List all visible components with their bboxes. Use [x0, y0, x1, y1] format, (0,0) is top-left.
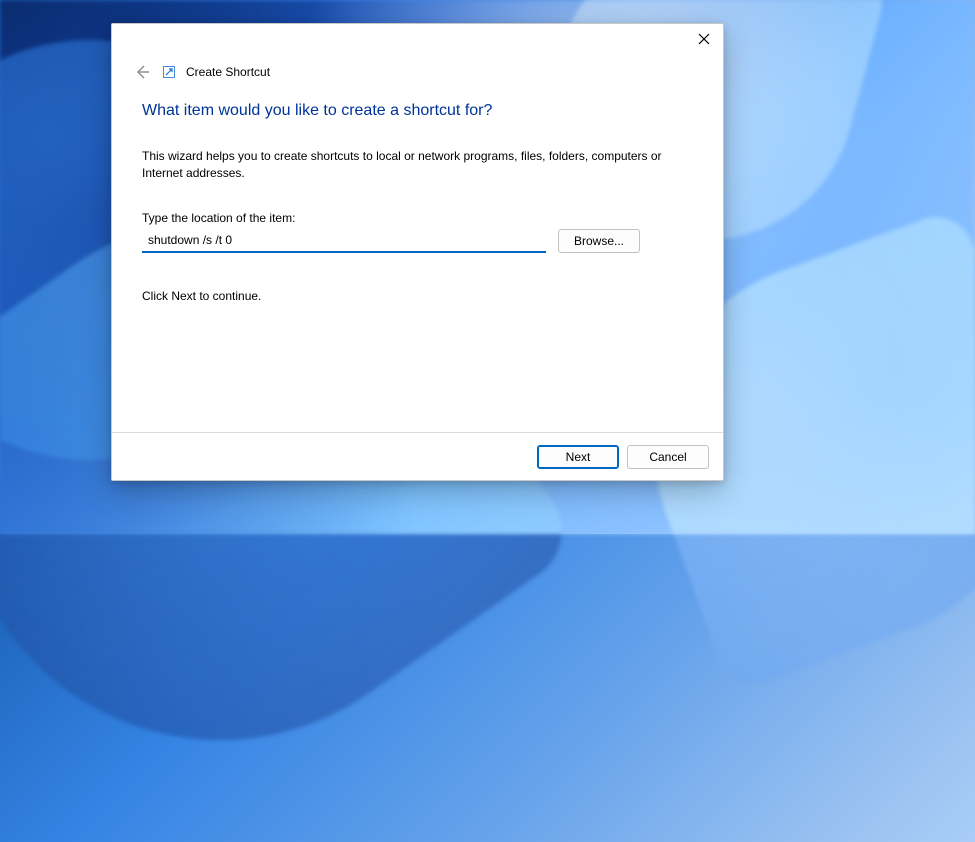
back-arrow-icon [134, 64, 150, 80]
create-shortcut-dialog: Create Shortcut What item would you like… [111, 23, 724, 481]
back-button[interactable] [132, 62, 152, 82]
close-button[interactable] [697, 32, 711, 46]
wizard-header: Create Shortcut [112, 58, 723, 90]
page-description: This wizard helps you to create shortcut… [142, 148, 662, 183]
wizard-content: What item would you like to create a sho… [112, 90, 723, 432]
shortcut-icon [162, 65, 176, 79]
page-heading: What item would you like to create a sho… [142, 102, 693, 120]
location-row: Browse... [142, 229, 693, 253]
close-icon [698, 33, 710, 45]
continue-hint: Click Next to continue. [142, 289, 693, 303]
next-button[interactable]: Next [537, 445, 619, 469]
dialog-footer: Next Cancel [112, 432, 723, 480]
titlebar [112, 24, 723, 58]
cancel-button[interactable]: Cancel [627, 445, 709, 469]
browse-button[interactable]: Browse... [558, 229, 640, 253]
location-input[interactable] [142, 229, 546, 253]
dialog-title: Create Shortcut [186, 65, 270, 79]
location-label: Type the location of the item: [142, 211, 693, 225]
